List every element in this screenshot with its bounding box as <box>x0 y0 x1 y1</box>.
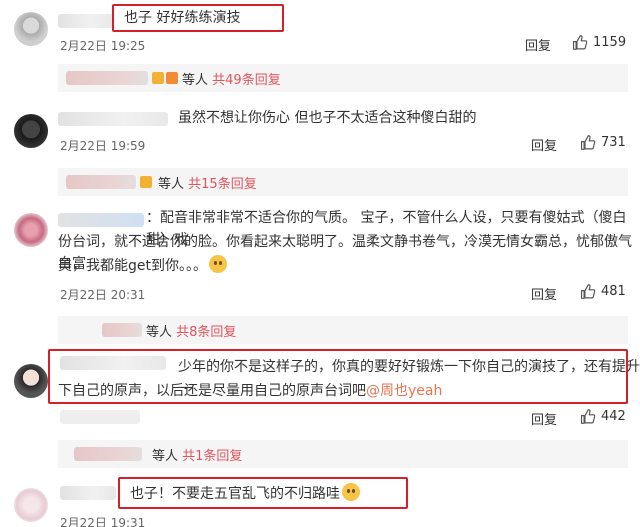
highlight-box <box>118 477 408 509</box>
username[interactable] <box>60 486 116 500</box>
reply-summary[interactable]: 等人 共15条回复 <box>58 168 628 196</box>
comment-2: 虽然不想让你伤心 但也子不太适合这种傻白甜的 2月22日 19:59 回复 73… <box>0 100 640 200</box>
like-count: 731 <box>601 135 626 150</box>
avatar[interactable] <box>14 12 48 46</box>
comment-text-line-3: 美，我都能get到你。。。 <box>58 255 227 277</box>
reply-people: 等人 <box>152 449 179 464</box>
like-count: 1159 <box>593 35 627 50</box>
avatar[interactable] <box>14 114 48 148</box>
comment-date: 2月22日 19:31 <box>60 516 146 527</box>
avatar[interactable] <box>14 213 48 247</box>
thumbs-up-icon <box>572 35 588 50</box>
comment-1: 也子 好好练练演技 2月22日 19:25 回复 1159 等人 共49条回复 <box>0 0 640 95</box>
comment-date <box>60 410 140 424</box>
highlight-box <box>112 4 284 32</box>
comment-3: ：配音非常非常不适合你的气质。 宝子，不管什么人设，只要有傻姑式（傻白甜）戏 份… <box>0 205 640 345</box>
like-count: 481 <box>601 284 626 299</box>
reply-total-link[interactable]: 共15条回复 <box>188 177 257 192</box>
username[interactable] <box>58 213 144 227</box>
reply-summary[interactable]: 等人 共1条回复 <box>58 440 628 468</box>
reply-button[interactable]: 回复 <box>525 35 551 54</box>
reply-button[interactable]: 回复 <box>531 409 557 428</box>
avatar[interactable] <box>14 488 48 522</box>
embarrassed-emoji-icon <box>209 255 227 273</box>
like-button[interactable]: 481 <box>579 283 626 300</box>
thumbs-up-icon <box>580 135 596 150</box>
replier-names <box>66 175 136 189</box>
reply-summary[interactable]: 等人 共8条回复 <box>58 316 628 344</box>
comment-date: 2月22日 20:31 <box>60 288 146 302</box>
like-button[interactable]: 442 <box>579 408 626 425</box>
reply-total-link[interactable]: 共49条回复 <box>212 73 281 88</box>
avatar[interactable] <box>14 364 48 398</box>
reply-total-link[interactable]: 共1条回复 <box>182 449 242 464</box>
thumbs-up-icon <box>580 284 596 299</box>
like-count: 442 <box>601 409 626 424</box>
like-button[interactable]: 1159 <box>571 34 626 51</box>
reply-people: 等人 <box>146 325 173 340</box>
comment-date: 2月22日 19:25 <box>60 39 146 53</box>
replier-names <box>66 71 148 85</box>
replier-names <box>102 323 142 337</box>
reply-summary[interactable]: 等人 共49条回复 <box>58 64 628 92</box>
highlight-box <box>48 349 628 404</box>
thumbs-up-icon <box>580 409 596 424</box>
reply-total-link[interactable]: 共8条回复 <box>176 325 236 340</box>
comment-text: 虽然不想让你伤心 但也子不太适合这种傻白甜的 <box>178 110 477 126</box>
comment-date: 2月22日 19:59 <box>60 139 146 153</box>
reply-button[interactable]: 回复 <box>531 284 557 303</box>
reply-button[interactable]: 回复 <box>531 135 557 154</box>
username[interactable] <box>58 14 113 28</box>
reply-people: 等人 <box>182 73 209 88</box>
replier-names <box>74 447 142 461</box>
badge-icon <box>140 176 152 188</box>
reply-people: 等人 <box>158 177 185 192</box>
badge-icon <box>152 72 178 84</box>
like-button[interactable]: 731 <box>579 134 626 151</box>
username[interactable] <box>58 112 168 126</box>
